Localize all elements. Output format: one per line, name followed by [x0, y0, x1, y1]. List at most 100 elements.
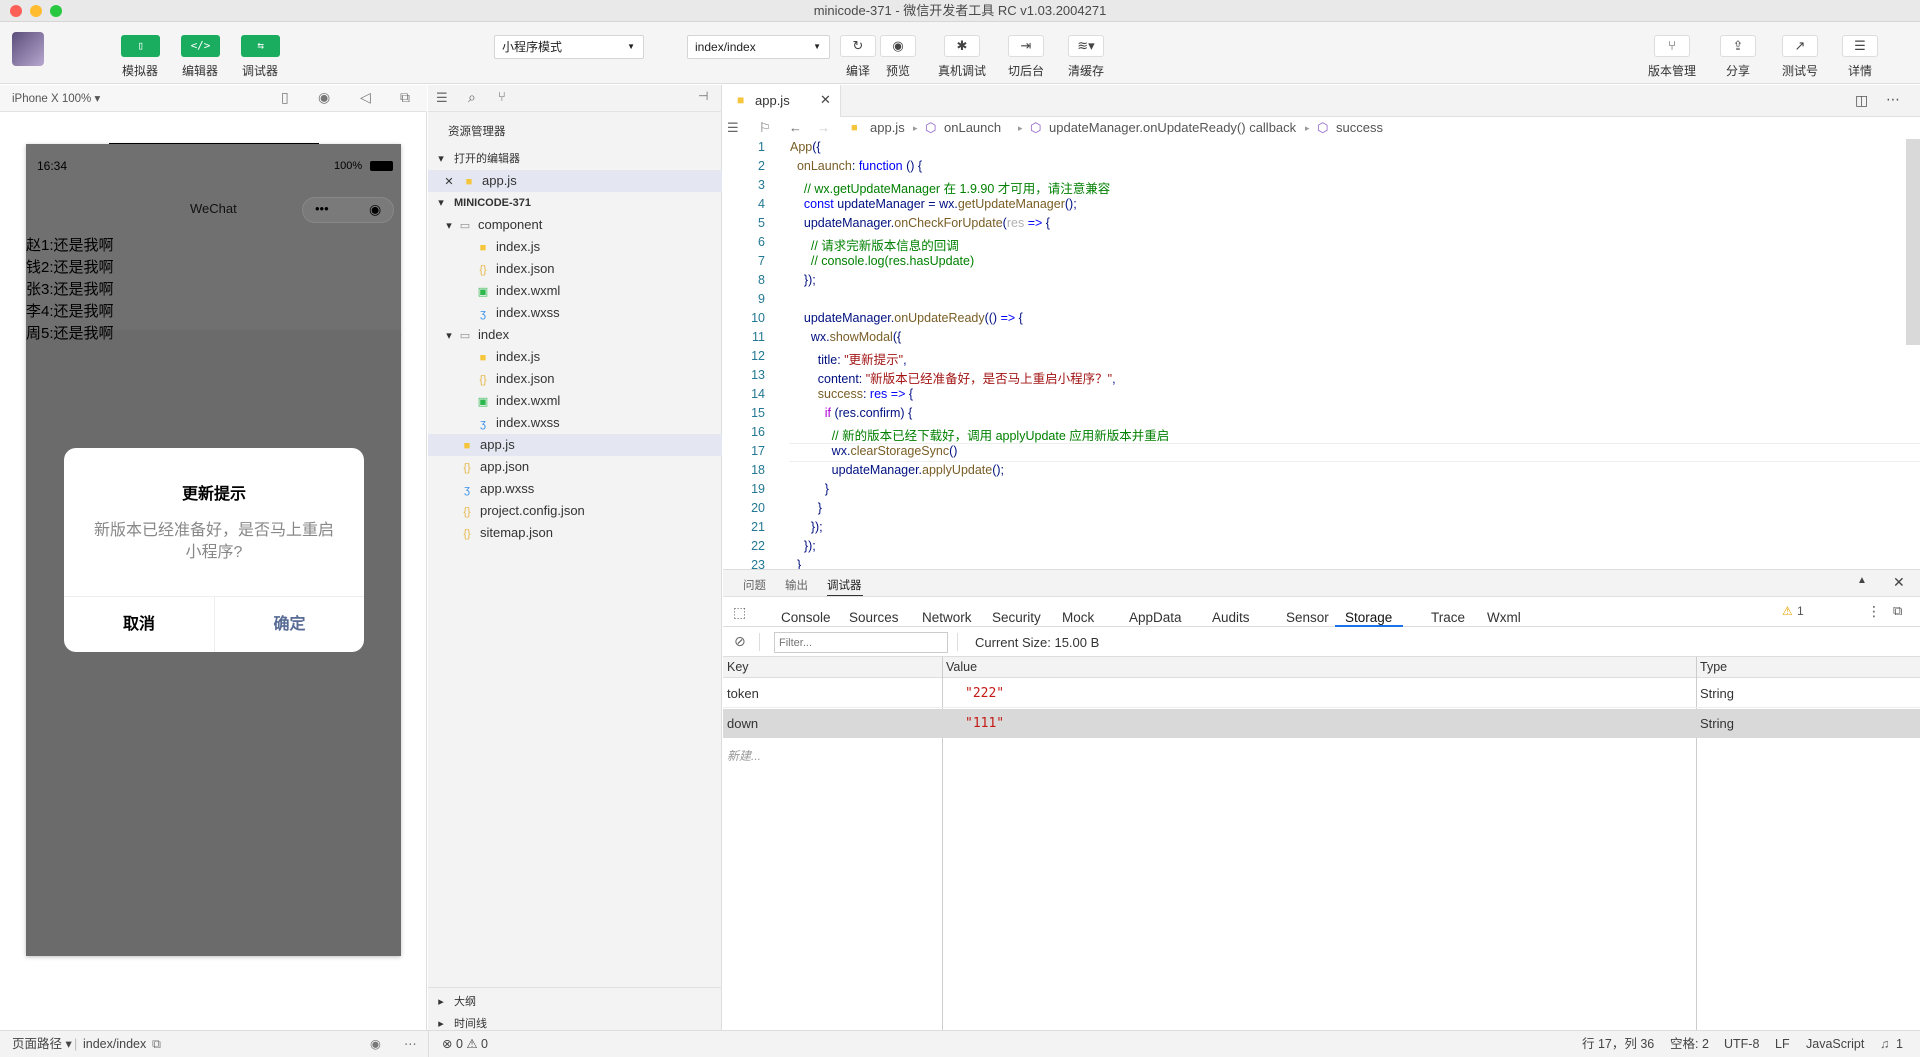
close-icon[interactable]: ✕: [442, 171, 456, 193]
phone-icon[interactable]: ▯: [281, 89, 289, 106]
devtools-tab-wxml[interactable]: Wxml: [1487, 610, 1521, 625]
tree-item[interactable]: ■ index.js: [428, 346, 722, 368]
tree-item[interactable]: ■ index.js: [428, 236, 722, 258]
cursor-position[interactable]: 行 17，列 36: [1582, 1031, 1654, 1057]
tree-item[interactable]: ʒ index.wxss: [428, 302, 722, 324]
breadcrumb-item[interactable]: app.js: [870, 117, 905, 139]
tree-item[interactable]: {} index.json: [428, 258, 722, 280]
dock-icon[interactable]: ⧉: [1893, 603, 1902, 619]
devtools-tab-appdata[interactable]: AppData: [1129, 610, 1182, 625]
page-select[interactable]: index/index ▼: [687, 35, 830, 59]
minimize-window-button[interactable]: [30, 5, 42, 17]
tree-item[interactable]: {} index.json: [428, 368, 722, 390]
tree-item[interactable]: {} project.config.json: [428, 500, 722, 522]
line-ending[interactable]: LF: [1775, 1031, 1790, 1057]
eye-icon[interactable]: ◉: [370, 1031, 381, 1057]
more-icon[interactable]: ⋯: [404, 1031, 417, 1057]
test-account-icon[interactable]: ↗: [1782, 35, 1818, 57]
open-editor-item[interactable]: ✕ ■ app.js: [428, 170, 722, 192]
clear-cache-icon[interactable]: ≋▾: [1068, 35, 1104, 57]
avatar[interactable]: [12, 32, 44, 66]
close-mini-program-icon[interactable]: ◉: [369, 201, 381, 218]
more-actions-icon[interactable]: ⋯: [1886, 91, 1900, 108]
table-row[interactable]: token "222" String: [723, 679, 1920, 708]
devtools-tab-audits[interactable]: Audits: [1212, 610, 1250, 625]
devtools-tab-network[interactable]: Network: [922, 610, 972, 625]
cancel-button[interactable]: 取消: [64, 597, 214, 652]
split-editor-icon[interactable]: ◫: [1855, 92, 1868, 109]
window-icon[interactable]: ⧉: [400, 89, 410, 106]
details-icon[interactable]: ☰: [1842, 35, 1878, 57]
tree-item[interactable]: ■ app.js: [428, 434, 722, 456]
share-icon[interactable]: ⇪: [1720, 35, 1756, 57]
mode-select[interactable]: 小程序模式 ▼: [494, 35, 644, 59]
branch-icon[interactable]: ⑂: [498, 89, 506, 104]
devtools-tab-storage[interactable]: Storage: [1345, 610, 1392, 625]
list-icon[interactable]: ☰: [727, 117, 739, 139]
devtools-tab-trace[interactable]: Trace: [1431, 610, 1465, 625]
list-icon[interactable]: ☰: [436, 90, 448, 106]
open-editors-section[interactable]: ▾ 打开的编辑器: [428, 148, 722, 170]
tab-app-js[interactable]: ■ app.js ✕: [723, 85, 841, 117]
column-header-key[interactable]: Key: [727, 660, 749, 674]
tree-item[interactable]: ▣ index.wxml: [428, 280, 722, 302]
close-icon[interactable]: ✕: [1893, 574, 1905, 591]
bookmark-icon[interactable]: ⚐: [759, 117, 771, 139]
error-warning-counts[interactable]: ⊗ 0 ⚠ 0: [442, 1031, 488, 1057]
close-icon[interactable]: ✕: [820, 92, 831, 108]
tree-item[interactable]: ▣ index.wxml: [428, 390, 722, 412]
devtools-tab-mock[interactable]: Mock: [1062, 610, 1094, 625]
language-mode[interactable]: JavaScript: [1806, 1031, 1864, 1057]
compile-icon[interactable]: ↻: [840, 35, 876, 57]
more-actions-icon[interactable]: ⋮: [1867, 603, 1881, 620]
column-header-type[interactable]: Type: [1700, 660, 1727, 674]
debugger-toggle-icon[interactable]: ⇆: [241, 35, 280, 57]
warning-icon[interactable]: ⚠: [1782, 604, 1793, 618]
preview-icon[interactable]: ◉: [880, 35, 916, 57]
remote-debug-icon[interactable]: ✱: [944, 35, 980, 57]
more-icon[interactable]: •••: [315, 201, 329, 216]
tree-item[interactable]: ʒ index.wxss: [428, 412, 722, 434]
copy-icon[interactable]: ⧉: [152, 1031, 161, 1057]
speaker-icon[interactable]: ◁: [360, 89, 371, 106]
search-icon[interactable]: ⌕: [468, 89, 476, 106]
tree-item[interactable]: {} app.json: [428, 456, 722, 478]
tab-debugger[interactable]: 调试器: [827, 577, 862, 593]
version-control-icon[interactable]: ⑂: [1654, 35, 1690, 57]
indent-spaces[interactable]: 空格: 2: [1670, 1031, 1709, 1057]
collapse-icon[interactable]: ⊣: [698, 89, 708, 103]
close-window-button[interactable]: [10, 5, 22, 17]
inspect-icon[interactable]: ⬚: [733, 604, 746, 621]
device-select[interactable]: iPhone X 100% ▾: [12, 91, 100, 105]
maximize-panel-icon[interactable]: ▲: [1857, 575, 1867, 586]
new-row-placeholder[interactable]: 新建...: [727, 747, 761, 764]
filter-input[interactable]: [774, 632, 948, 653]
project-section[interactable]: ▾ MINICODE-371: [428, 192, 722, 214]
tab-problems[interactable]: 问题: [743, 577, 766, 593]
forward-icon[interactable]: →: [817, 117, 830, 139]
editor-toggle-icon[interactable]: </>: [181, 35, 220, 57]
breadcrumb-item[interactable]: success: [1336, 117, 1383, 139]
confirm-button[interactable]: 确定: [215, 597, 364, 652]
tree-item[interactable]: ▾ ▭ component: [428, 214, 722, 236]
devtools-tab-security[interactable]: Security: [992, 610, 1041, 625]
devtools-tab-console[interactable]: Console: [781, 610, 831, 625]
scrollbar[interactable]: [1906, 139, 1920, 345]
simulator-toggle-icon[interactable]: ▯: [121, 35, 160, 57]
table-row[interactable]: down "111" String: [723, 709, 1920, 738]
capsule-menu[interactable]: ••• ◉: [302, 197, 394, 223]
code-editor[interactable]: 1 2 3 4 5 6 7 8 9 10 11 12 13 14 15 16 17 18 19 20 21 22 23 Ap…: [723, 139, 1920, 569]
background-icon[interactable]: ⇥: [1008, 35, 1044, 57]
devtools-tab-sensor[interactable]: Sensor: [1286, 610, 1329, 625]
tree-item[interactable]: ▾ ▭ index: [428, 324, 722, 346]
tree-item[interactable]: ʒ app.wxss: [428, 478, 722, 500]
clear-icon[interactable]: ⊘: [734, 633, 746, 650]
outline-section[interactable]: ▸ 大纲: [428, 991, 722, 1013]
tree-item[interactable]: {} sitemap.json: [428, 522, 722, 544]
encoding[interactable]: UTF-8: [1724, 1031, 1759, 1057]
back-icon[interactable]: ←: [789, 117, 802, 139]
tab-output[interactable]: 输出: [785, 577, 808, 593]
devtools-tab-sources[interactable]: Sources: [849, 610, 899, 625]
column-header-value[interactable]: Value: [946, 660, 977, 674]
bell-icon[interactable]: ♫: [1880, 1031, 1889, 1057]
